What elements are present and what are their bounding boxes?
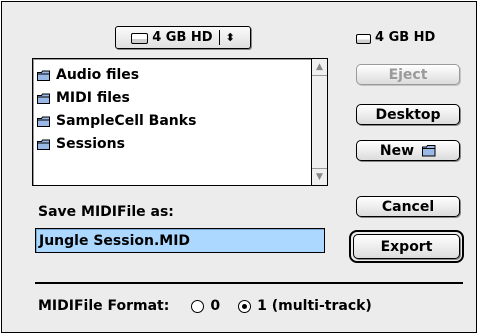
file-list-scrollbar[interactable]: ▲ ▼: [311, 59, 327, 185]
save-as-label: Save MIDIFile as:: [38, 204, 174, 220]
eject-button[interactable]: Eject: [356, 64, 460, 85]
list-item[interactable]: SampleCell Banks: [37, 109, 196, 132]
list-item[interactable]: Sessions: [37, 132, 196, 155]
format-option-label: 0: [210, 298, 221, 314]
format-row: MIDIFile Format: 0 1 (multi-track): [38, 298, 372, 314]
scroll-up-arrow-icon[interactable]: ▲: [312, 59, 327, 76]
new-folder-icon: [422, 144, 436, 157]
export-button[interactable]: Export: [353, 234, 460, 259]
filename-value: Jungle Session.MID: [39, 232, 191, 249]
divider: [35, 282, 463, 284]
current-volume-label: 4 GB HD: [375, 30, 436, 45]
radio-button-selected[interactable]: [238, 299, 252, 313]
filename-input[interactable]: Jungle Session.MID: [35, 228, 325, 253]
list-item[interactable]: MIDI files: [37, 86, 196, 109]
format-option-label: 1 (multi-track): [257, 298, 372, 314]
cancel-button[interactable]: Cancel: [356, 196, 460, 217]
file-list[interactable]: Audio files MIDI files SampleCell Banks …: [32, 58, 328, 186]
folder-icon: [37, 115, 50, 127]
current-volume: 4 GB HD: [356, 30, 435, 45]
format-option-1[interactable]: 1 (multi-track): [238, 298, 372, 314]
hard-disk-icon: [356, 33, 371, 44]
eject-button-label: Eject: [388, 66, 428, 83]
list-item-label: SampleCell Banks: [56, 112, 197, 129]
list-item-label: MIDI files: [56, 89, 130, 106]
save-dialog: 4 GB HD ⬍ 4 GB HD Audio files MIDI files: [1, 1, 477, 333]
list-item[interactable]: Audio files: [37, 63, 196, 86]
file-list-items: Audio files MIDI files SampleCell Banks …: [37, 63, 196, 155]
list-item-label: Audio files: [56, 66, 140, 83]
list-item-label: Sessions: [56, 135, 125, 152]
up-down-arrows-icon: ⬍: [225, 31, 235, 44]
format-option-0[interactable]: 0: [191, 298, 220, 314]
folder-icon: [37, 92, 50, 104]
new-folder-button-label: New: [379, 142, 415, 159]
desktop-button[interactable]: Desktop: [356, 104, 460, 125]
folder-icon: [37, 69, 50, 81]
volume-popup-label: 4 GB HD: [152, 30, 213, 45]
folder-icon: [37, 138, 50, 150]
scroll-down-arrow-icon[interactable]: ▼: [312, 168, 327, 185]
radio-button[interactable]: [191, 299, 205, 313]
popup-divider: [218, 30, 220, 45]
export-button-label: Export: [380, 238, 433, 255]
hard-disk-icon: [131, 33, 149, 44]
cancel-button-label: Cancel: [381, 198, 435, 215]
desktop-button-label: Desktop: [375, 106, 441, 123]
new-folder-button[interactable]: New: [356, 140, 460, 161]
format-label: MIDIFile Format:: [38, 298, 170, 314]
volume-popup-menu[interactable]: 4 GB HD ⬍: [115, 26, 251, 49]
